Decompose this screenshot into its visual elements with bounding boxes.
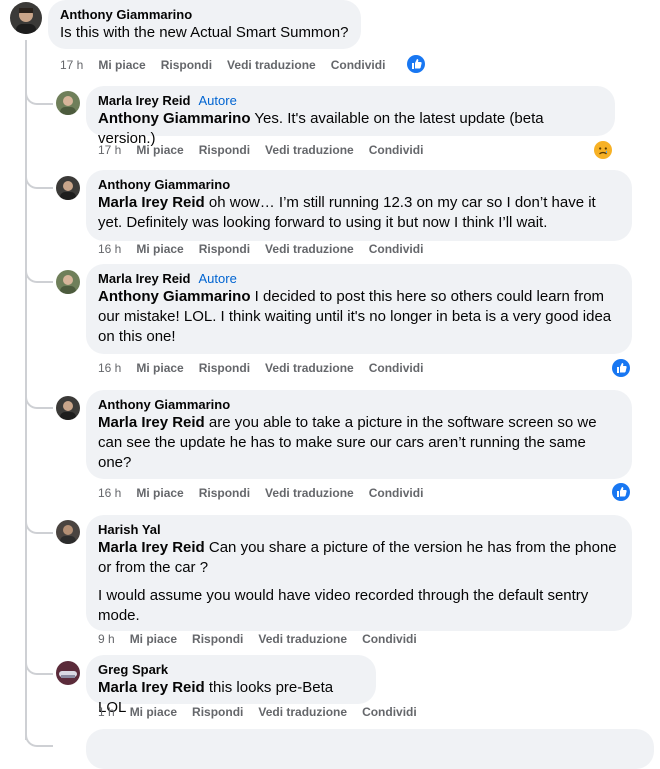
comment-author-row: Marla Irey Reid Autore [98,93,603,109]
translate-button[interactable]: Vedi traduzione [258,705,347,719]
avatar[interactable] [56,661,80,685]
comment-text: Marla Irey Reid Can you share a picture … [98,538,620,578]
share-button[interactable]: Condividi [362,705,417,719]
like-button[interactable]: Mi piace [136,361,183,375]
reply-connector [25,173,53,189]
comment-bubble: Harish Yal Marla Irey Reid Can you share… [86,515,632,631]
avatar[interactable] [56,396,80,420]
reply-button[interactable]: Rispondi [199,361,250,375]
sad-reaction-icon[interactable] [594,141,612,159]
comment-text: Marla Irey Reid are you able to take a p… [98,413,620,473]
like-reaction-icon[interactable] [407,55,425,73]
mention-link[interactable]: Marla Irey Reid [98,679,205,696]
comment-bubble: Marla Irey Reid Autore Anthony Giammarino… [86,86,615,147]
comment-author[interactable]: Marla Irey Reid [98,93,191,108]
reply-button[interactable]: Rispondi [199,143,250,157]
comment-bubble: Marla Irey Reid Autore Anthony Giammarino… [86,264,632,354]
like-button[interactable]: Mi piace [136,242,183,256]
mention-link[interactable]: Anthony Giammarino [98,288,251,305]
author-badge: Autore [198,93,237,108]
comment-bubble: Anthony Giammarino Is this with the new … [48,0,361,49]
like-button[interactable]: Mi piace [136,486,183,500]
comment-author[interactable]: Marla Irey Reid [98,271,191,286]
reply-connector [25,89,53,105]
comment-text: Marla Irey Reid oh wow… I’m still runnin… [98,193,620,233]
comment-author[interactable]: Anthony Giammarino [60,7,349,23]
translate-button[interactable]: Vedi traduzione [265,486,354,500]
translate-button[interactable]: Vedi traduzione [265,143,354,157]
comment-actions: 16 h Mi piace Rispondi Vedi traduzione Condi… [98,485,438,501]
mention-link[interactable]: Anthony Giammarino [98,110,251,127]
comment-time[interactable]: 16 h [98,361,121,375]
avatar[interactable] [56,176,80,200]
share-button[interactable]: Condividi [369,486,424,500]
comment-time[interactable]: 16 h [98,486,121,500]
avatar[interactable] [56,270,80,294]
translate-button[interactable]: Vedi traduzione [258,632,347,646]
comment-actions: 9 h Mi piace Rispondi Vedi traduzione Condiv… [98,631,432,647]
avatar[interactable] [56,520,80,544]
translate-button[interactable]: Vedi traduzione [265,242,354,256]
reply-connector [25,731,53,747]
translate-button[interactable]: Vedi traduzione [265,361,354,375]
like-reaction-icon[interactable] [612,359,630,377]
like-button[interactable]: Mi piace [130,632,177,646]
avatar[interactable] [10,2,42,34]
like-button[interactable]: Mi piace [130,705,177,719]
comment-author[interactable]: Anthony Giammarino [98,177,620,193]
reply-button[interactable]: Rispondi [199,486,250,500]
comment-author[interactable]: Harish Yal [98,522,620,538]
mention-link[interactable]: Marla Irey Reid [98,194,205,211]
translate-button[interactable]: Vedi traduzione [227,58,316,72]
reply-connector [25,659,53,675]
comment-author-row: Marla Irey Reid Autore [98,271,620,287]
comment-author[interactable]: Anthony Giammarino [98,397,620,413]
comment-actions: 16 h Mi piace Rispondi Vedi traduzione Condi… [98,241,438,257]
share-button[interactable]: Condividi [369,242,424,256]
comment-time[interactable]: 9 h [98,632,115,646]
comment-bubble: Anthony Giammarino Marla Irey Reid are y… [86,390,632,479]
share-button[interactable]: Condividi [369,143,424,157]
comment-body: Is this with the new Actual Smart Summon… [60,24,349,41]
reply-button[interactable]: Rispondi [192,632,243,646]
mention-link[interactable]: Marla Irey Reid [98,539,205,556]
reply-button[interactable]: Rispondi [192,705,243,719]
comment-time[interactable]: 16 h [98,242,121,256]
comment-time[interactable]: 17 h [98,143,121,157]
mention-link[interactable]: Marla Irey Reid [98,414,205,431]
reply-button[interactable]: Rispondi [161,58,212,72]
like-reaction-icon[interactable] [612,483,630,501]
comment-actions: 1 h Mi piace Rispondi Vedi traduzione Condiv… [98,704,432,720]
comment-bubble: Anthony Giammarino Marla Irey Reid oh wo… [86,170,632,241]
like-button[interactable]: Mi piace [136,143,183,157]
comment-time[interactable]: 17 h [60,58,83,72]
comment-author[interactable]: Greg Spark [98,662,364,678]
comment-actions: 17 h Mi piace Rispondi Vedi traduzione Condi… [98,142,438,158]
comment-time[interactable]: 1 h [98,705,115,719]
share-button[interactable]: Condividi [331,58,386,72]
comment-text: Anthony Giammarino I decided to post thi… [98,287,620,347]
comment-text: Is this with the new Actual Smart Summon… [60,23,349,43]
comment-bubble-partial [86,729,654,769]
comment-bubble: Greg Spark Marla Irey Reid this looks pr… [86,655,376,716]
share-button[interactable]: Condividi [362,632,417,646]
reply-connector [25,518,53,534]
like-button[interactable]: Mi piace [98,58,145,72]
comment-text-paragraph: I would assume you would have video reco… [98,587,589,624]
reply-connector [25,393,53,409]
comment-actions: 17 h Mi piace Rispondi Vedi traduzione Condi… [60,57,400,73]
reply-connector [25,267,53,283]
author-badge: Autore [198,271,237,286]
comment-actions: 16 h Mi piace Rispondi Vedi traduzione Condi… [98,360,438,376]
thread-line [25,40,27,740]
reply-button[interactable]: Rispondi [199,242,250,256]
share-button[interactable]: Condividi [369,361,424,375]
avatar[interactable] [56,91,80,115]
